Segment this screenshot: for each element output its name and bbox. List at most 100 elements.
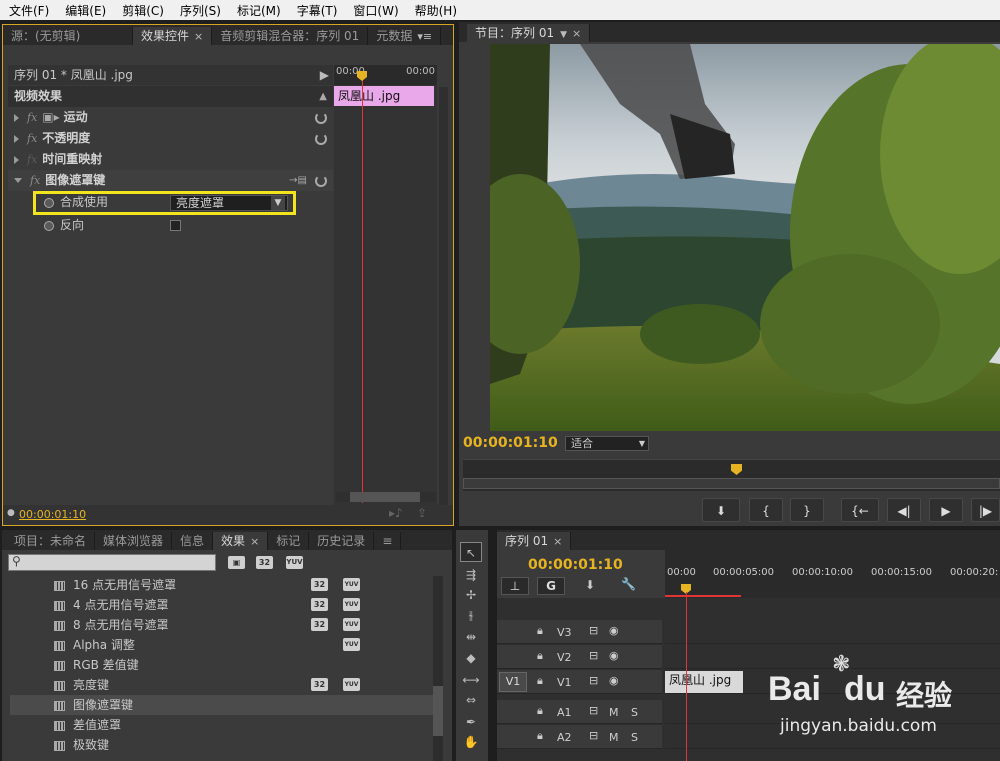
- stopwatch-icon[interactable]: [44, 197, 54, 208]
- track-header[interactable]: 🔒︎ V3 ⊟ ◉: [497, 620, 662, 644]
- step-back-button[interactable]: ◀|: [887, 498, 921, 522]
- program-video-frame[interactable]: [490, 44, 1000, 431]
- tab-history[interactable]: 历史记录: [309, 532, 375, 550]
- solo-button[interactable]: S: [631, 731, 638, 744]
- close-icon[interactable]: ×: [250, 535, 259, 548]
- close-icon[interactable]: ×: [572, 27, 581, 40]
- tab-sequence[interactable]: 序列 01 ×: [497, 532, 572, 550]
- menu-edit[interactable]: 编辑(E): [56, 2, 113, 19]
- sync-lock-icon[interactable]: ⊟: [589, 704, 598, 717]
- effect-list-item[interactable]: 极致键: [10, 735, 442, 755]
- snap-icon[interactable]: ⊥: [501, 577, 529, 595]
- ec-clip[interactable]: 凤凰山 .jpg: [334, 86, 434, 106]
- track-header[interactable]: 🔒︎ V2 ⊟ ◉: [497, 645, 662, 669]
- play-only-clip-icon[interactable]: ▶: [320, 65, 329, 85]
- 32bit-filter-icon[interactable]: 32: [256, 556, 273, 569]
- selection-tool-icon[interactable]: ↖: [460, 542, 482, 562]
- accelerated-effects-icon[interactable]: ▣: [228, 556, 245, 569]
- effect-list-item[interactable]: 亮度键 32 YUV: [10, 675, 442, 695]
- menu-clip[interactable]: 剪辑(C): [113, 2, 171, 19]
- fx-icon[interactable]: fx: [27, 132, 37, 145]
- effect-track-matte-key[interactable]: fx 图像遮罩键 →▤: [8, 170, 333, 191]
- ec-ruler[interactable]: 00:00 00:00: [334, 65, 437, 85]
- composite-using-dropdown[interactable]: 亮度遮罩 ▼: [170, 195, 288, 211]
- playhead-icon[interactable]: [731, 464, 742, 475]
- ripple-edit-tool-icon[interactable]: ✢: [460, 585, 482, 605]
- tab-markers[interactable]: 标记: [268, 532, 310, 550]
- track-header[interactable]: 🔒︎ A2 ⊟ M S: [497, 725, 662, 749]
- lock-icon[interactable]: 🔒︎: [537, 624, 543, 638]
- work-area-bar[interactable]: [665, 595, 741, 597]
- slide-tool-icon[interactable]: ⇔: [460, 690, 482, 710]
- fx-icon[interactable]: fx: [27, 111, 37, 124]
- toggle-output-icon[interactable]: ⊟: [589, 624, 598, 637]
- yuv-filter-icon[interactable]: YUV: [286, 556, 303, 569]
- step-forward-button[interactable]: |▶: [971, 498, 1000, 522]
- fx-icon[interactable]: fx: [30, 174, 40, 187]
- zoom-scrollbar[interactable]: [463, 478, 1000, 489]
- track-label[interactable]: V2: [557, 651, 572, 664]
- close-icon[interactable]: ×: [194, 30, 203, 43]
- fit-dropdown[interactable]: 适合 ▼: [565, 436, 649, 451]
- track-label[interactable]: A1: [557, 706, 572, 719]
- sync-lock-icon[interactable]: ⊟: [589, 729, 598, 742]
- panel-menu-icon[interactable]: ≡: [374, 532, 402, 550]
- track-header[interactable]: 🔒︎ A1 ⊟ M S: [497, 700, 662, 724]
- reset-icon[interactable]: [315, 112, 327, 124]
- add-marker-button[interactable]: ⬇: [702, 498, 740, 522]
- panel-menu-icon[interactable]: ▾≡: [417, 30, 432, 43]
- menu-marker[interactable]: 标记(M): [228, 2, 288, 19]
- tab-effect-controls[interactable]: 效果控件 ×: [133, 27, 213, 45]
- ec-timecode[interactable]: 00:00:01:10: [19, 508, 86, 521]
- effect-list-item[interactable]: 差值遮罩: [10, 715, 442, 735]
- rolling-edit-tool-icon[interactable]: ⫳: [460, 605, 482, 625]
- eye-icon[interactable]: ◉: [609, 649, 619, 662]
- effect-opacity[interactable]: fx 不透明度: [8, 128, 333, 149]
- mark-out-button[interactable]: }: [790, 498, 824, 522]
- source-patch-v1[interactable]: V1: [499, 672, 527, 692]
- effects-search-input[interactable]: ⚲: [8, 554, 216, 571]
- timeline-clip[interactable]: 凤凰山 .jpg: [665, 671, 743, 693]
- ec-playhead[interactable]: [362, 73, 363, 503]
- pen-tool-icon[interactable]: ✒: [460, 712, 482, 732]
- effect-list-item[interactable]: 16 点无用信号遮罩 32 YUV: [10, 575, 442, 595]
- eye-icon[interactable]: ◉: [609, 624, 619, 637]
- track-label[interactable]: V1: [557, 676, 572, 689]
- effect-time-remap[interactable]: fx 时间重映射: [8, 149, 333, 170]
- track-select-tool-icon[interactable]: ⇶: [460, 565, 482, 585]
- toggle-output-icon[interactable]: ⊟: [589, 649, 598, 662]
- menu-help[interactable]: 帮助(H): [406, 2, 464, 19]
- tab-effects[interactable]: 效果 ×: [213, 532, 269, 550]
- tab-program[interactable]: 节目：序列 01 ▼ ×: [467, 24, 591, 42]
- effect-list-item[interactable]: Alpha 调整 YUV: [10, 635, 442, 655]
- hand-tool-icon[interactable]: ✋: [460, 732, 482, 752]
- mute-button[interactable]: M: [609, 706, 619, 719]
- effect-list-item[interactable]: 8 点无用信号遮罩 32 YUV: [10, 615, 442, 635]
- tab-metadata[interactable]: 元数据 ▾≡: [368, 27, 442, 45]
- play-button[interactable]: ▶: [929, 498, 963, 522]
- timeline-ruler[interactable]: 00:00 00:00:05:00 00:00:10:00 00:00:15:0…: [665, 550, 1000, 598]
- effect-list-item[interactable]: RGB 差值键: [10, 655, 442, 675]
- expand-icon[interactable]: [14, 113, 19, 122]
- mark-in-button[interactable]: {: [749, 498, 783, 522]
- track-lane[interactable]: [665, 620, 1000, 644]
- expand-icon[interactable]: [14, 155, 19, 164]
- tab-project[interactable]: 项目：未命名: [6, 532, 96, 550]
- tab-media-browser[interactable]: 媒体浏览器: [95, 532, 173, 550]
- reverse-checkbox[interactable]: [170, 220, 181, 231]
- keyframe-nav-icon[interactable]: →▤: [289, 170, 307, 191]
- track-label[interactable]: V3: [557, 626, 572, 639]
- menu-sequence[interactable]: 序列(S): [171, 2, 228, 19]
- tab-info[interactable]: 信息: [172, 532, 214, 550]
- reset-icon[interactable]: [315, 133, 327, 145]
- audio-icon[interactable]: ▸♪: [389, 506, 403, 520]
- rate-stretch-tool-icon[interactable]: ⇹: [460, 627, 482, 647]
- tab-audio-mixer[interactable]: 音频剪辑混合器：序列 01: [212, 27, 369, 45]
- go-to-in-button[interactable]: {←: [841, 498, 879, 522]
- timeline-timecode[interactable]: 00:00:01:10: [528, 557, 623, 573]
- menu-title[interactable]: 字幕(T): [288, 2, 345, 19]
- add-marker-icon[interactable]: ⬇: [585, 578, 595, 592]
- menu-window[interactable]: 窗口(W): [344, 2, 405, 19]
- close-icon[interactable]: ×: [553, 535, 562, 548]
- program-scrubber[interactable]: [463, 459, 1000, 491]
